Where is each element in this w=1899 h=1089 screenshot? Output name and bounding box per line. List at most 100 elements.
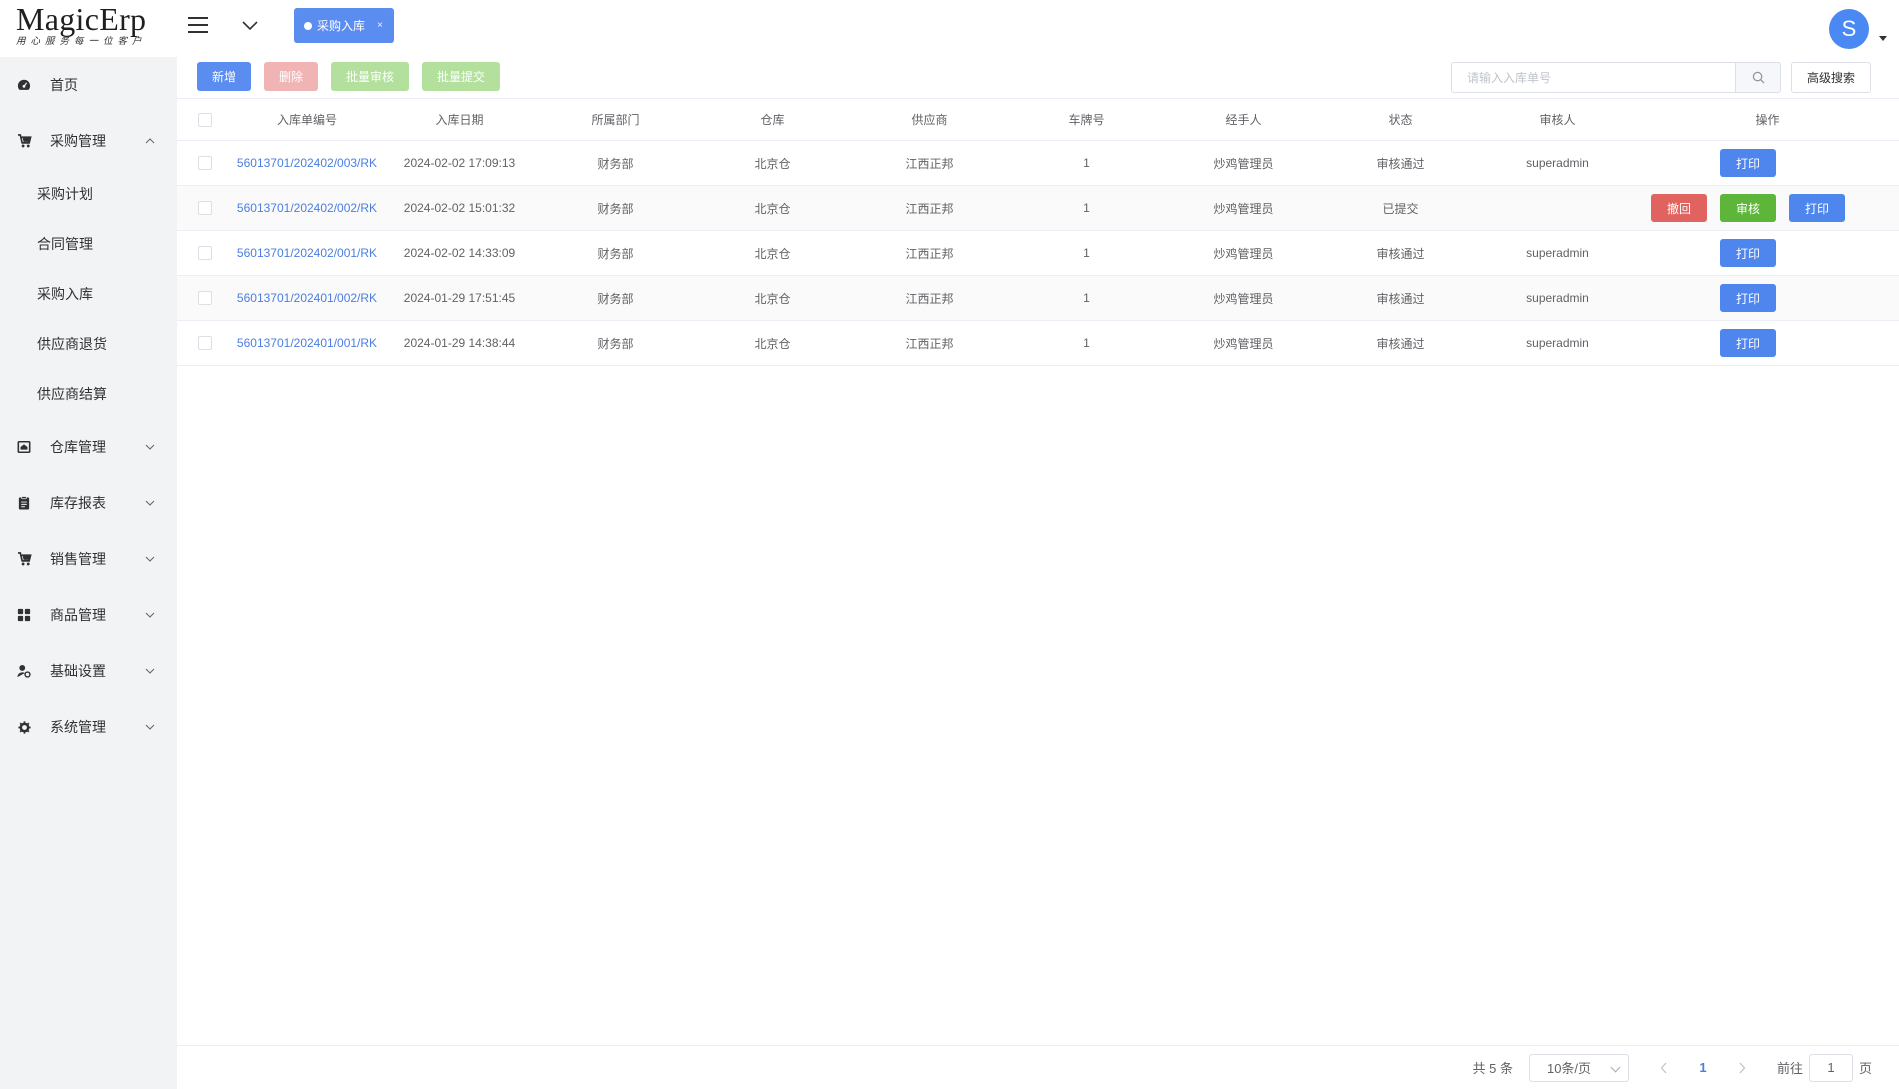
batch-submit-button[interactable]: 批量提交 bbox=[422, 62, 501, 91]
cell-handler: 炒鸡管理员 bbox=[1165, 140, 1322, 186]
cell-auditor: superadmin bbox=[1479, 230, 1636, 276]
cell-plate: 1 bbox=[1008, 230, 1165, 276]
print-button[interactable]: 打印 bbox=[1789, 194, 1845, 222]
cell-code[interactable]: 56013701/202401/002/RK bbox=[232, 275, 382, 321]
prev-page-button[interactable] bbox=[1649, 1062, 1679, 1074]
row-checkbox[interactable] bbox=[197, 291, 212, 306]
sidebar-item-system[interactable]: 系统管理 bbox=[0, 699, 177, 755]
row-checkbox[interactable] bbox=[197, 201, 212, 216]
cell-warehouse: 北京仓 bbox=[694, 320, 851, 366]
row-select-cell bbox=[177, 185, 232, 231]
cell-handler: 炒鸡管理员 bbox=[1165, 185, 1322, 231]
avatar[interactable]: S bbox=[1829, 9, 1869, 49]
chevron-down-icon bbox=[145, 724, 155, 730]
sidebar-item-purchase[interactable]: 采购管理 bbox=[0, 113, 177, 169]
close-icon[interactable]: × bbox=[377, 20, 383, 31]
sidebar-item-purchase-plan[interactable]: 采购计划 bbox=[0, 169, 177, 219]
sidebar-item-inventory-report[interactable]: 库存报表 bbox=[0, 475, 177, 531]
logo-slogan: 用心服务每一位客户 bbox=[16, 37, 147, 47]
cell-auditor bbox=[1479, 185, 1636, 231]
cell-supplier: 江西正邦 bbox=[851, 320, 1008, 366]
sidebar-item-sales[interactable]: 销售管理 bbox=[0, 531, 177, 587]
chevron-right-icon bbox=[1739, 1062, 1746, 1073]
pagination: 共 5 条 10条/页 1 前往 1 页 bbox=[177, 1045, 1899, 1089]
goto-page-input[interactable]: 1 bbox=[1808, 1053, 1853, 1082]
col-status: 状态 bbox=[1322, 98, 1479, 141]
row-checkbox[interactable] bbox=[197, 246, 212, 261]
cell-dept: 财务部 bbox=[537, 185, 694, 231]
print-button[interactable]: 打印 bbox=[1720, 149, 1776, 177]
cell-code[interactable]: 56013701/202402/003/RK bbox=[232, 140, 382, 186]
cell-code[interactable]: 56013701/202402/002/RK bbox=[232, 185, 382, 231]
table-row: 56013701/202402/003/RK 2024-02-02 17:09:1… bbox=[177, 140, 1899, 186]
cell-actions: 打印 bbox=[1636, 320, 1899, 366]
table-row: 56013701/202401/001/RK 2024-01-29 14:38:4… bbox=[177, 320, 1899, 366]
cell-handler: 炒鸡管理员 bbox=[1165, 230, 1322, 276]
sidebar-item-supplier-settlement[interactable]: 供应商结算 bbox=[0, 369, 177, 419]
advanced-search-button[interactable]: 高级搜索 bbox=[1791, 62, 1871, 93]
sidebar-item-products[interactable]: 商品管理 bbox=[0, 587, 177, 643]
sidebar-item-contract[interactable]: 合同管理 bbox=[0, 219, 177, 269]
page-size-value: 10条/页 bbox=[1546, 1061, 1592, 1076]
inbound-table: 入库单编号 入库日期 所属部门 仓库 供应商 车牌号 经手人 状态 审核人 操作… bbox=[177, 98, 1899, 366]
search-button[interactable] bbox=[1735, 62, 1781, 93]
select-all-checkbox[interactable] bbox=[197, 112, 212, 127]
col-date: 入库日期 bbox=[382, 98, 537, 141]
table-row: 56013701/202402/001/RK 2024-02-02 14:33:0… bbox=[177, 230, 1899, 276]
print-button[interactable]: 打印 bbox=[1720, 284, 1776, 312]
col-handler: 经手人 bbox=[1165, 98, 1322, 141]
cell-supplier: 江西正邦 bbox=[851, 140, 1008, 186]
sidebar-item-basic-settings[interactable]: 基础设置 bbox=[0, 643, 177, 699]
col-dept: 所属部门 bbox=[537, 98, 694, 141]
caret-down-icon[interactable] bbox=[1879, 36, 1887, 41]
row-actions: 打印 bbox=[1636, 149, 1899, 177]
revoke-button[interactable]: 撤回 bbox=[1651, 194, 1707, 222]
chevron-down-icon bbox=[145, 444, 155, 450]
audit-button[interactable]: 审核 bbox=[1720, 194, 1776, 222]
col-actions: 操作 bbox=[1636, 98, 1899, 141]
cell-date: 2024-02-02 15:01:32 bbox=[382, 185, 537, 231]
search-icon bbox=[1752, 71, 1764, 84]
next-page-button[interactable] bbox=[1727, 1062, 1757, 1074]
cell-plate: 1 bbox=[1008, 320, 1165, 366]
cell-warehouse: 北京仓 bbox=[694, 275, 851, 321]
sidebar-item-supplier-return[interactable]: 供应商退货 bbox=[0, 319, 177, 369]
cell-warehouse: 北京仓 bbox=[694, 140, 851, 186]
cell-code[interactable]: 56013701/202401/001/RK bbox=[232, 320, 382, 366]
sidebar-item-warehouse[interactable]: 仓库管理 bbox=[0, 419, 177, 475]
row-checkbox[interactable] bbox=[197, 336, 212, 351]
cell-code[interactable]: 56013701/202402/001/RK bbox=[232, 230, 382, 276]
sidebar-menu: 首页 采购管理 采购计划 合同管理 采购入库 供应商退货 供应商结算 仓库管理 bbox=[0, 57, 177, 755]
cell-dept: 财务部 bbox=[537, 140, 694, 186]
add-button[interactable]: 新增 bbox=[197, 62, 252, 91]
chevron-down-icon bbox=[145, 556, 155, 562]
print-button[interactable]: 打印 bbox=[1720, 329, 1776, 357]
sidebar-item-label: 销售管理 bbox=[50, 551, 106, 567]
tab-purchase-inbound[interactable]: 采购入库 × bbox=[294, 8, 394, 43]
chevron-down-icon[interactable] bbox=[241, 18, 259, 32]
cell-status: 审核通过 bbox=[1322, 230, 1479, 276]
sidebar-item-home[interactable]: 首页 bbox=[0, 57, 177, 113]
hamburger-menu-icon[interactable] bbox=[187, 15, 209, 35]
cell-status: 审核通过 bbox=[1322, 320, 1479, 366]
batch-audit-button[interactable]: 批量审核 bbox=[331, 62, 410, 91]
main-content: 新增 删除 批量审核 批量提交 请输入入库单号 高级搜索 入库单编号 入库日期 bbox=[177, 56, 1899, 1089]
cell-date: 2024-01-29 17:51:45 bbox=[382, 275, 537, 321]
page-number-1[interactable]: 1 bbox=[1679, 1060, 1727, 1075]
logo[interactable]: MagicErp 用心服务每一位客户 bbox=[0, 0, 177, 57]
cell-dept: 财务部 bbox=[537, 230, 694, 276]
print-button[interactable]: 打印 bbox=[1720, 239, 1776, 267]
delete-button[interactable]: 删除 bbox=[264, 62, 319, 91]
sidebar-item-purchase-inbound[interactable]: 采购入库 bbox=[0, 269, 177, 319]
row-checkbox[interactable] bbox=[197, 156, 212, 171]
cell-actions: 打印 bbox=[1636, 230, 1899, 276]
cell-plate: 1 bbox=[1008, 185, 1165, 231]
page-size-select[interactable]: 10条/页 bbox=[1528, 1053, 1629, 1082]
chevron-down-icon bbox=[1610, 1062, 1621, 1072]
search-input[interactable]: 请输入入库单号 bbox=[1451, 62, 1735, 93]
table-header: 入库单编号 入库日期 所属部门 仓库 供应商 车牌号 经手人 状态 审核人 操作 bbox=[177, 98, 1899, 141]
goto-prefix: 前往 bbox=[1776, 1061, 1803, 1076]
sidebar-item-label: 仓库管理 bbox=[50, 439, 106, 455]
goto-page: 前往 1 页 bbox=[1776, 1053, 1872, 1082]
row-actions: 撤回 审核 打印 bbox=[1636, 194, 1899, 222]
